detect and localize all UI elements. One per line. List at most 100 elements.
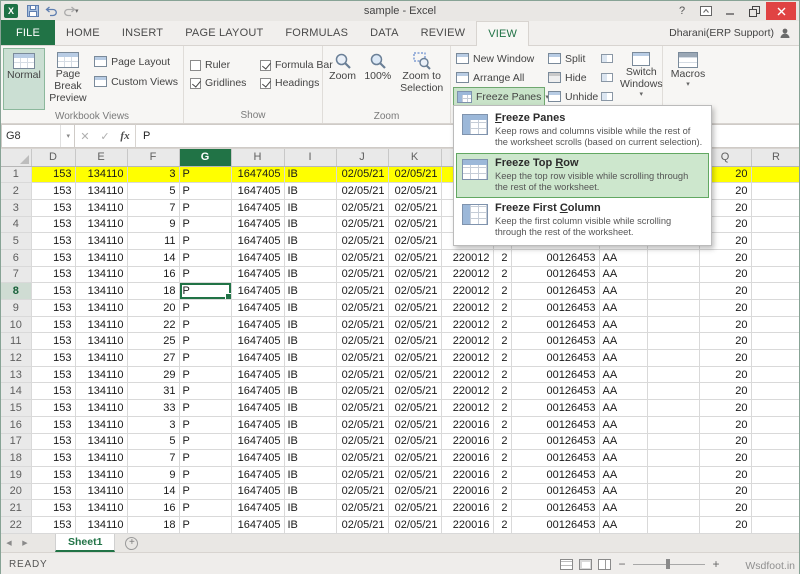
cell-K2[interactable]: 02/05/21 <box>388 183 441 200</box>
tab-home[interactable]: HOME <box>55 21 111 45</box>
cell-H2[interactable]: 1647405 <box>231 183 284 200</box>
cell-D15[interactable]: 153 <box>31 400 75 417</box>
cell-M22[interactable]: 2 <box>493 516 511 533</box>
cell-Q15[interactable]: 20 <box>699 400 751 417</box>
cell-I21[interactable]: IB <box>284 500 336 517</box>
insert-function-icon[interactable]: fx <box>115 130 135 142</box>
cell-N6[interactable]: 00126453 <box>511 249 599 266</box>
cell-F19[interactable]: 9 <box>127 466 179 483</box>
cell-Q13[interactable]: 20 <box>699 366 751 383</box>
custom-views-button[interactable]: Custom Views <box>91 72 181 91</box>
account-button[interactable]: Dharani(ERP Support) <box>669 21 799 45</box>
cell-N8[interactable]: 00126453 <box>511 283 599 300</box>
normal-view-button[interactable]: Normal <box>3 48 45 110</box>
cell-F13[interactable]: 29 <box>127 366 179 383</box>
cell-F10[interactable]: 22 <box>127 316 179 333</box>
cell-E16[interactable]: 134110 <box>75 416 127 433</box>
cell-J22[interactable]: 02/05/21 <box>336 516 388 533</box>
column-header-K[interactable]: K <box>388 149 441 166</box>
cell-G6[interactable]: P <box>179 249 231 266</box>
cell-G3[interactable]: P <box>179 199 231 216</box>
cell-F20[interactable]: 14 <box>127 483 179 500</box>
cell-P8[interactable] <box>647 283 699 300</box>
cell-O18[interactable]: AA <box>599 450 647 467</box>
cell-R7[interactable] <box>751 266 799 283</box>
cell-F17[interactable]: 5 <box>127 433 179 450</box>
cell-Q19[interactable]: 20 <box>699 466 751 483</box>
cell-K8[interactable]: 02/05/21 <box>388 283 441 300</box>
split-button[interactable]: Split <box>545 49 597 68</box>
cell-I16[interactable]: IB <box>284 416 336 433</box>
cell-J20[interactable]: 02/05/21 <box>336 483 388 500</box>
cell-H3[interactable]: 1647405 <box>231 199 284 216</box>
arrange-all-button[interactable]: Arrange All <box>453 68 545 87</box>
cell-J6[interactable]: 02/05/21 <box>336 249 388 266</box>
cell-P12[interactable] <box>647 350 699 367</box>
sheet-nav-right-icon[interactable]: ▶ <box>17 534 33 552</box>
cell-J12[interactable]: 02/05/21 <box>336 350 388 367</box>
row-header-20[interactable]: 20 <box>1 483 31 500</box>
cell-N7[interactable]: 00126453 <box>511 266 599 283</box>
cell-K17[interactable]: 02/05/21 <box>388 433 441 450</box>
cell-N9[interactable]: 00126453 <box>511 300 599 317</box>
column-header-F[interactable]: F <box>127 149 179 166</box>
cell-E10[interactable]: 134110 <box>75 316 127 333</box>
cell-M16[interactable]: 2 <box>493 416 511 433</box>
cell-E5[interactable]: 134110 <box>75 233 127 250</box>
cell-L18[interactable]: 220016 <box>441 450 493 467</box>
cell-N15[interactable]: 00126453 <box>511 400 599 417</box>
cell-E6[interactable]: 134110 <box>75 249 127 266</box>
cell-Q18[interactable]: 20 <box>699 450 751 467</box>
row-header-18[interactable]: 18 <box>1 450 31 467</box>
cell-L7[interactable]: 220012 <box>441 266 493 283</box>
cell-F14[interactable]: 31 <box>127 383 179 400</box>
cell-J14[interactable]: 02/05/21 <box>336 383 388 400</box>
row-header-17[interactable]: 17 <box>1 433 31 450</box>
cell-J10[interactable]: 02/05/21 <box>336 316 388 333</box>
cell-D8[interactable]: 153 <box>31 283 75 300</box>
cell-L19[interactable]: 220016 <box>441 466 493 483</box>
cell-I2[interactable]: IB <box>284 183 336 200</box>
cell-E19[interactable]: 134110 <box>75 466 127 483</box>
cell-E9[interactable]: 134110 <box>75 300 127 317</box>
cell-E18[interactable]: 134110 <box>75 450 127 467</box>
name-box-dropdown-icon[interactable]: ▾ <box>60 125 70 147</box>
cell-D20[interactable]: 153 <box>31 483 75 500</box>
redo-icon[interactable] <box>60 3 78 19</box>
column-header-J[interactable]: J <box>336 149 388 166</box>
page-break-preview-button[interactable]: Page Break Preview <box>45 48 91 110</box>
cell-L12[interactable]: 220012 <box>441 350 493 367</box>
cell-N12[interactable]: 00126453 <box>511 350 599 367</box>
normal-view-shortcut-icon[interactable] <box>560 559 573 570</box>
cell-G13[interactable]: P <box>179 366 231 383</box>
cell-E11[interactable]: 134110 <box>75 333 127 350</box>
cell-I7[interactable]: IB <box>284 266 336 283</box>
column-header-H[interactable]: H <box>231 149 284 166</box>
cell-P10[interactable] <box>647 316 699 333</box>
cell-H5[interactable]: 1647405 <box>231 233 284 250</box>
cell-I1[interactable]: IB <box>284 166 336 183</box>
cell-P16[interactable] <box>647 416 699 433</box>
cell-M9[interactable]: 2 <box>493 300 511 317</box>
cell-J1[interactable]: 02/05/21 <box>336 166 388 183</box>
cell-H16[interactable]: 1647405 <box>231 416 284 433</box>
cell-J13[interactable]: 02/05/21 <box>336 366 388 383</box>
synchronous-scrolling-button[interactable] <box>597 68 617 87</box>
cell-F2[interactable]: 5 <box>127 183 179 200</box>
tab-review[interactable]: REVIEW <box>410 21 477 45</box>
cell-Q9[interactable]: 20 <box>699 300 751 317</box>
cell-L20[interactable]: 220016 <box>441 483 493 500</box>
cell-R3[interactable] <box>751 199 799 216</box>
view-side-by-side-button[interactable] <box>597 49 617 68</box>
cell-K12[interactable]: 02/05/21 <box>388 350 441 367</box>
cell-O6[interactable]: AA <box>599 249 647 266</box>
cell-R22[interactable] <box>751 516 799 533</box>
cell-P18[interactable] <box>647 450 699 467</box>
minimize-icon[interactable] <box>718 2 742 20</box>
cell-F16[interactable]: 3 <box>127 416 179 433</box>
cell-I15[interactable]: IB <box>284 400 336 417</box>
cell-E22[interactable]: 134110 <box>75 516 127 533</box>
cell-D22[interactable]: 153 <box>31 516 75 533</box>
cell-R18[interactable] <box>751 450 799 467</box>
cell-G11[interactable]: P <box>179 333 231 350</box>
